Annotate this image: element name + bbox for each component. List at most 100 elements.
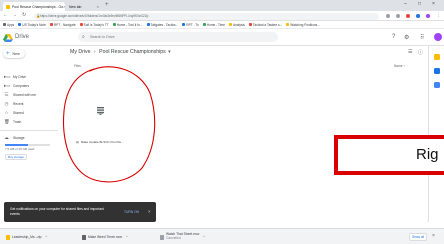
maximize-icon[interactable]: □ — [418, 1, 421, 7]
browser-toolbar: ← → ↻ 🔒 https://drive.google.com/drive/u… — [0, 11, 444, 21]
sort-label: Name — [394, 64, 403, 68]
forward-arrow-icon[interactable]: → — [12, 12, 17, 18]
download-item[interactable]: Watch That Sheet.mov Cancelled ^ — [160, 233, 205, 241]
bookmark-item[interactable]: US Today's Note — [18, 23, 46, 27]
apps-grid-icon[interactable]: ⠿ — [420, 34, 424, 41]
browser-menu-icon[interactable]: ⋮ — [436, 12, 441, 18]
help-icon[interactable]: ? — [392, 34, 395, 40]
list-view-icon[interactable]: ☰ — [408, 49, 412, 55]
chevron-up-icon[interactable]: ^ — [203, 235, 205, 239]
breadcrumb-my-drive[interactable]: My Drive — [70, 49, 90, 55]
turn-on-button[interactable]: TURN ON — [124, 210, 139, 214]
breadcrumb: My Drive › Pool Rescue Championships ▾ — [70, 49, 171, 55]
chevron-up-icon[interactable]: ^ — [126, 235, 128, 239]
lock-icon: 🔒 — [36, 13, 41, 18]
extension-icon[interactable] — [386, 14, 390, 18]
sidebar-item-label: Shared with me — [13, 93, 36, 97]
overlay-callout-box: Rig — [334, 135, 444, 175]
download-item[interactable]: Leadership_Ms...zip ^ — [6, 233, 47, 241]
calendar-icon[interactable] — [434, 82, 440, 88]
reload-icon[interactable]: ↻ — [22, 12, 26, 18]
drive-folder-icon: ▸▭ — [4, 74, 11, 79]
info-icon[interactable]: ⓘ — [418, 49, 423, 56]
bookmark-icon — [79, 23, 83, 26]
bookmark-icon — [146, 23, 150, 26]
bookmark-item[interactable]: Home - Tool it fo... — [112, 23, 143, 27]
chevron-down-icon[interactable]: ▾ — [168, 49, 171, 55]
bookmark-item[interactable]: Apps — [3, 23, 14, 27]
buy-storage-button[interactable]: Buy storage — [5, 154, 27, 160]
close-window-icon[interactable]: × — [432, 1, 435, 7]
drive-header: Drive ⌕ ? ⚙ ⠿ — [0, 29, 444, 46]
bookmark-item[interactable]: Home - Time — [202, 23, 225, 27]
bookmark-item[interactable]: Watching Positions... — [286, 23, 320, 27]
new-tab-plus-icon[interactable]: + — [105, 2, 109, 8]
bookmark-item[interactable]: Tactical a Taskee s... — [248, 23, 282, 27]
extension-icon[interactable] — [396, 14, 400, 18]
close-tab-icon[interactable]: × — [63, 4, 65, 9]
show-all-button[interactable]: Show all — [409, 233, 427, 241]
bookmark-label: Tailgates - Tactics... — [150, 22, 179, 27]
search-box[interactable]: ⌕ — [78, 32, 278, 42]
storage-meter-fill — [5, 144, 28, 146]
search-icon[interactable]: ⌕ — [82, 34, 85, 40]
download-status: Cancelled — [166, 236, 181, 240]
download-item[interactable]: Make Weed Three.mov ^ — [82, 233, 128, 241]
sidebar-item-label: My Drive — [13, 75, 27, 79]
tab-label: New tab — [69, 4, 82, 9]
sidebar-item-computers[interactable]: ▸▭ Computers — [0, 82, 58, 90]
new-button[interactable]: + New — [3, 49, 25, 58]
extension-icon[interactable] — [406, 14, 410, 18]
sidebar-divider — [0, 130, 58, 131]
bookmark-label: Watching Positions... — [290, 22, 320, 27]
bookmark-item[interactable]: RPT - Navigate — [49, 22, 76, 27]
sidebar-item-recent[interactable]: ◷ Recent — [0, 100, 58, 108]
tab-pool-rescue[interactable]: Pool Rescue Championships - Go × — [3, 2, 65, 11]
sidebar-item-starred[interactable]: ☆ Starred — [0, 109, 58, 117]
chevron-up-icon[interactable]: ^ — [46, 235, 48, 239]
tab-new-tab[interactable]: New tab × — [66, 2, 102, 11]
red-annotation-circle — [63, 66, 156, 183]
bookmark-label: RPT - Navigate — [53, 22, 76, 27]
extension-icon[interactable] — [416, 14, 420, 18]
bookmark-item[interactable]: Tailgates - Tactics... — [146, 22, 179, 27]
breadcrumb-current-folder[interactable]: Pool Rescue Championships — [99, 49, 166, 55]
keep-icon[interactable] — [434, 54, 440, 60]
bookmark-icon — [248, 23, 252, 26]
trash-icon: 🗑 — [4, 119, 10, 124]
sidebar-item-trash[interactable]: 🗑 Trash — [0, 118, 58, 126]
minimize-icon[interactable]: – — [404, 1, 407, 7]
close-tab-icon[interactable]: × — [97, 4, 99, 9]
sort-by-name[interactable]: Name ↑ — [394, 64, 405, 68]
sidebar-item-shared[interactable]: ☰ Shared with me — [0, 91, 58, 99]
search-input[interactable] — [90, 34, 270, 40]
settings-gear-icon[interactable]: ⚙ — [404, 34, 409, 41]
bookmark-label: US Today's Note — [22, 22, 46, 27]
toast-message: Get notifications on your computer for s… — [10, 207, 104, 216]
address-bar[interactable]: 🔒 https://drive.google.com/drive/u/0/fol… — [34, 12, 379, 20]
drive-logo-icon[interactable] — [3, 34, 13, 42]
bookmark-icon — [112, 23, 116, 26]
sidebar-item-storage[interactable]: ☁ Storage — [0, 134, 58, 142]
drive-brand-label[interactable]: Drive — [15, 34, 29, 40]
cloud-icon: ☁ — [4, 135, 9, 140]
profile-icon[interactable] — [426, 14, 430, 18]
bookmark-item[interactable]: Analysis — [229, 23, 245, 27]
tasks-icon[interactable] — [434, 68, 440, 74]
sidebar-item-label: Starred — [13, 111, 24, 115]
bookmark-item[interactable]: RPT - To — [182, 23, 199, 27]
downloads-bar: Leadership_Ms...zip ^ Make Weed Three.mo… — [0, 228, 444, 244]
tab-label: Pool Rescue Championships - Go — [12, 4, 64, 9]
download-info: Watch That Sheet.mov Cancelled — [166, 233, 199, 240]
sidebar: + New ▸▭ My Drive ▸▭ Computers ☰ Shared … — [0, 46, 60, 222]
close-icon[interactable]: × — [148, 209, 151, 214]
close-downloads-icon[interactable]: × — [432, 233, 435, 239]
download-name: Leadership_Ms...zip — [12, 235, 42, 239]
overlay-callout-text: Rig — [416, 146, 439, 163]
shared-icon: ☰ — [4, 92, 9, 97]
back-arrow-icon[interactable]: ← — [3, 12, 8, 18]
avatar[interactable] — [434, 33, 442, 41]
bookmark-item[interactable]: Sofi Is Today's TT — [79, 23, 109, 27]
bookmark-label: Analysis — [233, 22, 245, 27]
sidebar-item-my-drive[interactable]: ▸▭ My Drive — [0, 73, 58, 81]
